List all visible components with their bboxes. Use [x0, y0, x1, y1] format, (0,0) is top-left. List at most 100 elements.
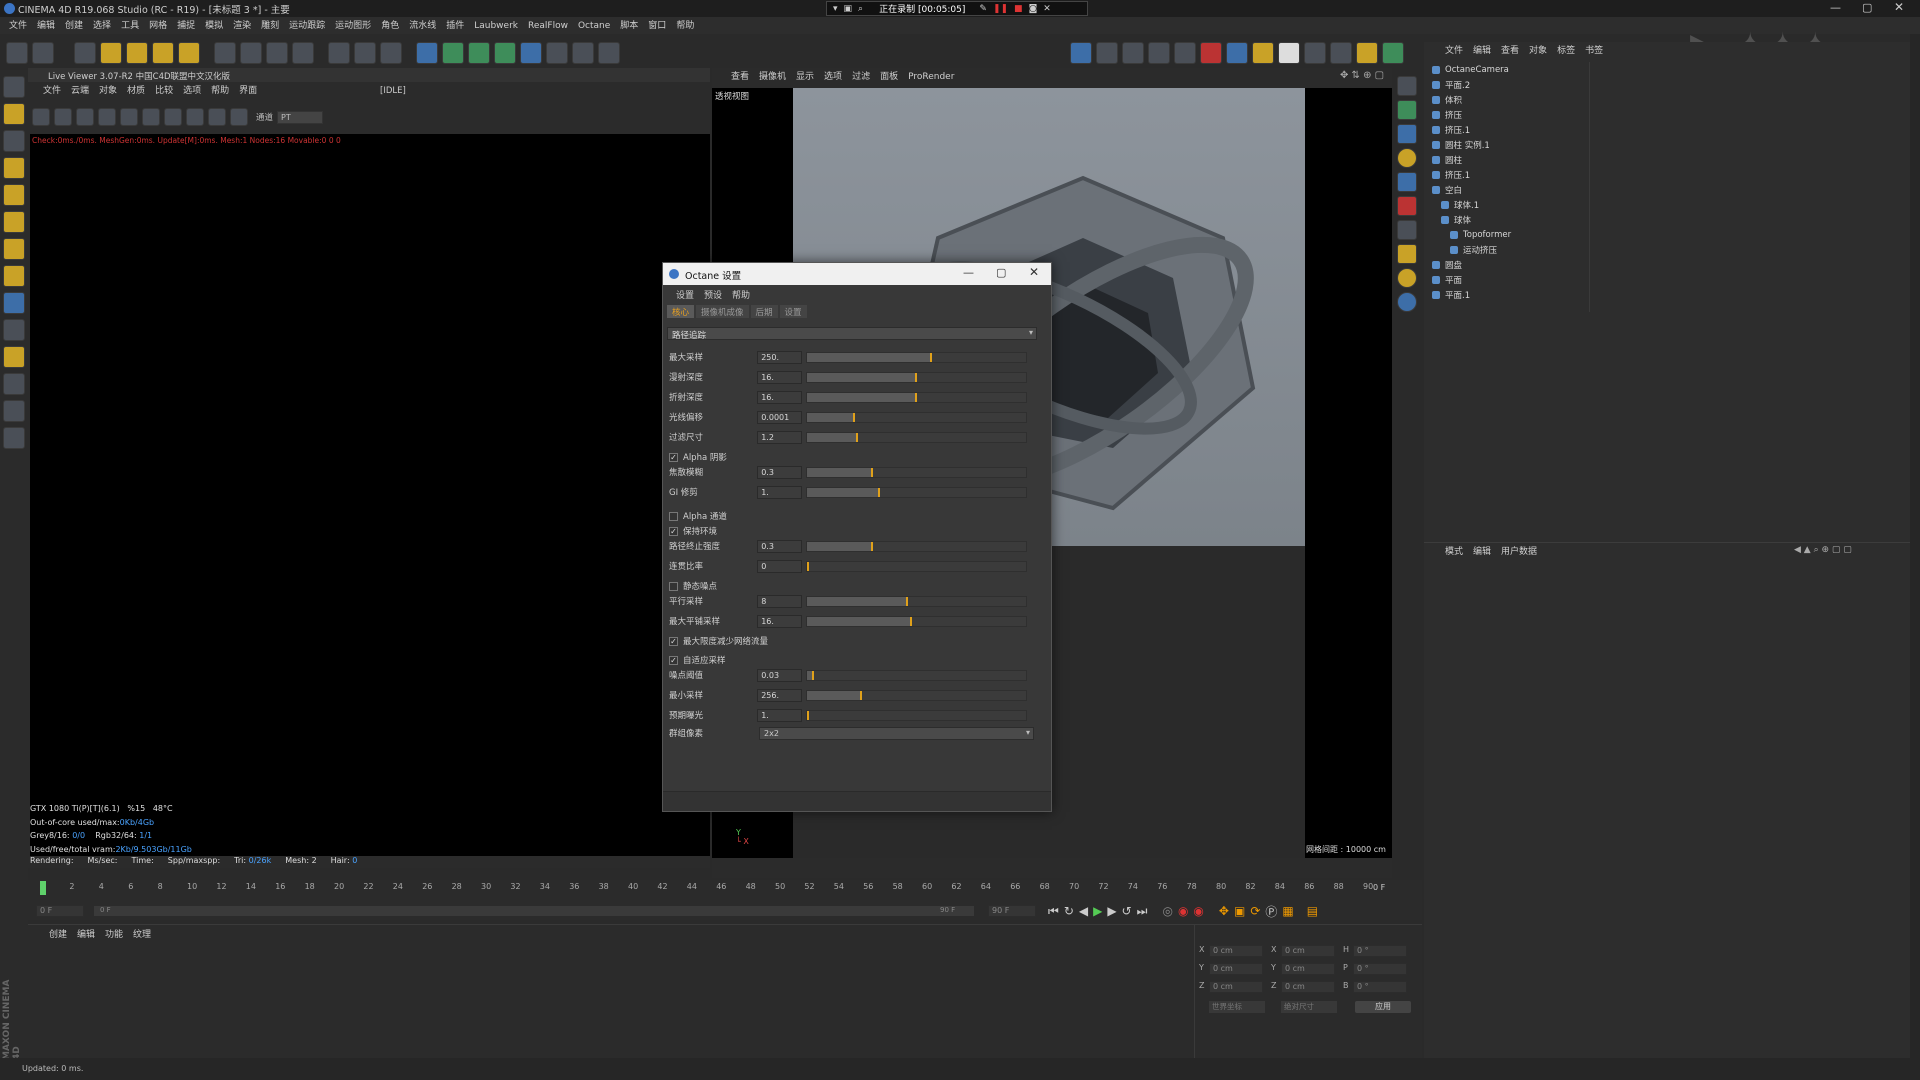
array-icon[interactable]	[494, 42, 516, 64]
lv-pause-icon[interactable]	[76, 108, 94, 126]
record-menu-icon[interactable]: ▾	[833, 4, 838, 14]
coords-mode2-select[interactable]: 绝对尺寸	[1281, 1001, 1337, 1013]
viewport-menu-item-3[interactable]: 选项	[819, 70, 847, 84]
menu-item-6[interactable]: 捕捉	[172, 19, 200, 33]
grid-icon[interactable]	[3, 373, 25, 395]
setting-value-field[interactable]: 0.03	[757, 668, 803, 682]
zoom-icon[interactable]: ⌕	[858, 4, 863, 14]
object-item[interactable]: 球体	[1432, 212, 1582, 227]
polygons-mode-icon[interactable]	[3, 238, 25, 260]
viewport-menu-item-2[interactable]: 显示	[791, 70, 819, 84]
setting-slider[interactable]	[806, 466, 1027, 478]
setting-slider[interactable]	[806, 351, 1027, 363]
kernel-select[interactable]: 路径追踪 ▾	[667, 327, 1037, 341]
coord-field[interactable]: 0 cm	[1209, 981, 1263, 993]
am-menu-item-2[interactable]: 用户数据	[1496, 545, 1542, 559]
menu-item-5[interactable]: 网格	[144, 19, 172, 33]
render-settings-icon[interactable]	[380, 42, 402, 64]
points-mode-icon[interactable]	[3, 184, 25, 206]
setting-checkbox-row[interactable]: ✓ 自适应采样	[669, 652, 1027, 668]
dialog-tab-0[interactable]: 核心	[667, 305, 695, 318]
octane-scatter-icon[interactable]	[1397, 124, 1417, 144]
dialog-close-icon[interactable]: ✕	[1029, 265, 1039, 279]
render-picture-icon[interactable]	[354, 42, 376, 64]
goto-end-icon[interactable]: ⏭	[1137, 904, 1148, 919]
menu-item-15[interactable]: Laubwerk	[469, 19, 523, 33]
setting-checkbox-row[interactable]: ✓ 保持环境	[669, 523, 1027, 539]
octane-tag-icon[interactable]	[1397, 76, 1417, 96]
object-item[interactable]: 球体.1	[1432, 197, 1582, 212]
octane-qr-icon[interactable]	[1397, 292, 1417, 312]
checkbox[interactable]: ✓	[669, 526, 678, 536]
loop-icon[interactable]: ↻	[1064, 904, 1074, 918]
lv-menu-item-7[interactable]: 界面	[234, 84, 262, 98]
dialog-maximize-icon[interactable]: ▢	[996, 266, 1006, 279]
workplane-icon[interactable]	[3, 157, 25, 179]
viewport-menu-item-1[interactable]: 摄像机	[754, 70, 791, 84]
dialog-tab-1[interactable]: 摄像机成像	[696, 305, 749, 318]
play-icon[interactable]: ▶	[1093, 904, 1102, 918]
lv-pin-icon[interactable]	[208, 108, 226, 126]
menu-item-19[interactable]: 窗口	[643, 19, 671, 33]
next-frame-icon[interactable]: ▶	[1107, 904, 1116, 918]
object-item[interactable]: 挤压.1	[1432, 122, 1582, 137]
setting-checkbox-row[interactable]: ✓ 最大限度减少网络流量	[669, 633, 1027, 649]
frame-range-slider[interactable]: 0 F 90 F	[94, 906, 974, 916]
object-item[interactable]: 平面.1	[1432, 287, 1582, 302]
prev-frame-icon[interactable]: ◀	[1079, 904, 1088, 918]
render-view-icon[interactable]	[328, 42, 350, 64]
setting-value-field[interactable]: 1.	[757, 708, 803, 722]
setting-value-field[interactable]: 0.0001	[757, 410, 803, 424]
om-menu-item-1[interactable]: 编辑	[1468, 44, 1496, 58]
lock-icon[interactable]	[3, 400, 25, 422]
live-viewer-render-area[interactable]: Check:0ms./0ms. MeshGen:0ms. Update[M]:0…	[30, 134, 710, 856]
menu-item-10[interactable]: 运动跟踪	[284, 19, 330, 33]
key-move-icon[interactable]: ✥	[1219, 904, 1229, 918]
om-menu-item-2[interactable]: 查看	[1496, 44, 1524, 58]
setting-value-field[interactable]: 0.3	[757, 539, 803, 553]
texture-mode-icon[interactable]	[3, 130, 25, 152]
setting-slider[interactable]	[806, 615, 1027, 627]
octane-object-icon[interactable]	[1356, 42, 1378, 64]
setting-value-field[interactable]: 16.	[757, 390, 803, 404]
octane-env-icon[interactable]	[1226, 42, 1248, 64]
octane-ball-icon[interactable]	[1397, 268, 1417, 288]
z-axis-icon[interactable]	[266, 42, 288, 64]
lv-menu-item-0[interactable]: 文件	[38, 84, 66, 98]
setting-slider[interactable]	[806, 431, 1027, 443]
close-recording-icon[interactable]: ✕	[1043, 4, 1051, 14]
attr-nav-icons[interactable]: ◀ ▲ ⌕ ⊕ ▢ ▢	[1794, 545, 1852, 555]
key-grid-icon[interactable]: ▦	[1282, 904, 1293, 918]
coord-field[interactable]: 0 cm	[1281, 963, 1335, 975]
camera-icon[interactable]: ▣	[844, 4, 853, 14]
scale-icon[interactable]	[126, 42, 148, 64]
menu-item-11[interactable]: 运动图形	[330, 19, 376, 33]
object-item[interactable]: 体积	[1432, 92, 1582, 107]
menu-item-17[interactable]: Octane	[573, 19, 615, 33]
octane-text-icon[interactable]	[1397, 196, 1417, 216]
model-mode-icon[interactable]	[3, 103, 25, 125]
redo-icon[interactable]	[32, 42, 54, 64]
dialog-tab-2[interactable]: 后期	[750, 305, 778, 318]
menu-item-16[interactable]: RealFlow	[523, 19, 573, 33]
group-pixels-select[interactable]: 2x2 ▾	[759, 726, 1034, 740]
setting-value-field[interactable]: 1.2	[757, 430, 803, 444]
record-key-icon[interactable]: ◉	[1178, 904, 1188, 918]
setting-slider[interactable]	[806, 595, 1027, 607]
octane-vdb-icon[interactable]	[1397, 220, 1417, 240]
dialog-tab-3[interactable]: 设置	[779, 305, 807, 318]
menu-item-14[interactable]: 插件	[441, 19, 469, 33]
checkbox[interactable]	[669, 581, 678, 591]
lv-menu-item-5[interactable]: 选项	[178, 84, 206, 98]
setting-slider[interactable]	[806, 669, 1027, 681]
camera-object-icon[interactable]	[572, 42, 594, 64]
auto-key-icon[interactable]: ◉	[1193, 904, 1203, 918]
object-item[interactable]: 圆盘	[1432, 257, 1582, 272]
lv-menu-item-4[interactable]: 比较	[150, 84, 178, 98]
viewport-menu-item-0[interactable]: 查看	[726, 70, 754, 84]
om-menu-item-4[interactable]: 标签	[1552, 44, 1580, 58]
add-icon[interactable]	[178, 42, 200, 64]
mm-menu-item-0[interactable]: 创建	[44, 928, 72, 942]
menu-item-18[interactable]: 脚本	[615, 19, 643, 33]
stop-icon[interactable]: ■	[1014, 4, 1023, 14]
